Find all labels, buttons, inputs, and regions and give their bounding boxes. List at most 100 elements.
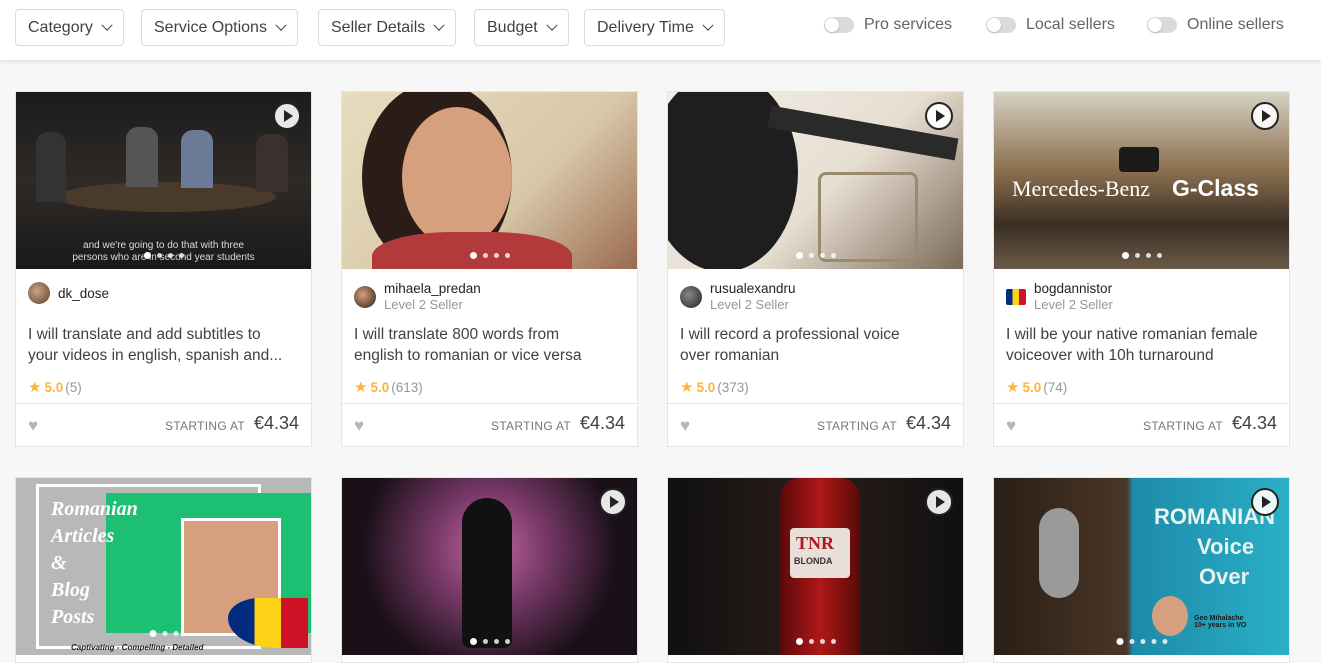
gig-card[interactable] <box>341 477 638 663</box>
star-icon: ★ <box>1006 379 1020 396</box>
gig-title[interactable]: I will be your native romanian female voi… <box>1006 324 1281 366</box>
seller-name[interactable]: mihaela_predan <box>384 281 481 296</box>
gig-thumbnail[interactable] <box>342 92 637 269</box>
pro-services-toggle[interactable]: Pro services <box>824 16 952 34</box>
play-icon[interactable] <box>925 488 953 516</box>
avatar[interactable] <box>1006 288 1026 305</box>
play-icon[interactable] <box>1251 102 1279 130</box>
carousel-dots[interactable] <box>1121 252 1162 259</box>
carousel-dots[interactable] <box>149 630 178 637</box>
chevron-down-icon <box>702 19 714 31</box>
price-label: STARTING AT <box>165 419 245 433</box>
play-icon[interactable] <box>925 102 953 130</box>
seller-info[interactable]: rusualexandru Level 2 Seller <box>680 281 796 312</box>
overlay-text: Posts <box>51 606 95 628</box>
gig-thumbnail[interactable]: ROMANIAN Voice Over Geo Mihalache 10+ ye… <box>994 478 1289 655</box>
toggle-switch[interactable] <box>1147 17 1177 33</box>
toggle-label: Pro services <box>864 16 953 33</box>
rating: ★ 5.0 (5) <box>28 379 82 396</box>
overlay-text: Romanian <box>51 498 138 520</box>
carousel-dots[interactable] <box>1116 638 1167 645</box>
card-footer: ♥ STARTING AT €4.34 <box>342 403 637 446</box>
price[interactable]: €4.34 <box>580 413 625 434</box>
seller-info[interactable]: mihaela_predan Level 2 Seller <box>354 281 481 312</box>
seller-info[interactable]: dk_dose <box>28 282 109 304</box>
star-icon: ★ <box>28 379 42 396</box>
budget-filter[interactable]: Budget <box>474 9 569 46</box>
price-label: STARTING AT <box>491 419 571 433</box>
overlay-text: Voice <box>1197 534 1255 559</box>
overlay-text: Blog <box>51 579 90 601</box>
price-label: STARTING AT <box>1143 419 1223 433</box>
caption-text: Geo Mihalache 10+ years in VO <box>1194 615 1247 629</box>
gig-thumbnail[interactable]: and we're going to do that with three pe… <box>16 92 311 269</box>
seller-info[interactable]: bogdannistor Level 2 Seller <box>1006 281 1113 312</box>
seller-name[interactable]: rusualexandru <box>710 281 796 296</box>
carousel-dots[interactable] <box>469 252 510 259</box>
play-icon[interactable] <box>273 102 301 130</box>
seller-name[interactable]: bogdannistor <box>1034 281 1113 296</box>
rating: ★ 5.0 (74) <box>1006 379 1068 396</box>
seller-level: Level 2 Seller <box>384 297 463 312</box>
card-footer: ♥ STARTING AT €4.34 <box>994 403 1289 446</box>
chevron-down-icon <box>275 19 287 31</box>
price[interactable]: €4.34 <box>1232 413 1277 434</box>
card-footer: ♥ STARTING AT €4.34 <box>16 403 311 446</box>
heart-icon[interactable]: ♥ <box>354 416 364 436</box>
heart-icon[interactable]: ♥ <box>28 416 38 436</box>
gig-title[interactable]: I will record a professional voice over r… <box>680 324 955 366</box>
carousel-dots[interactable] <box>143 252 184 259</box>
delivery-time-filter[interactable]: Delivery Time <box>584 9 725 46</box>
gig-thumbnail[interactable] <box>342 478 637 655</box>
price[interactable]: €4.34 <box>906 413 951 434</box>
gig-card[interactable]: mihaela_predan Level 2 Seller I will tran… <box>341 91 638 447</box>
rating: ★ 5.0 (373) <box>680 379 749 396</box>
online-sellers-toggle[interactable]: Online sellers <box>1147 16 1284 34</box>
caption-text: Captivating - Compelling - Detailed <box>71 643 204 652</box>
overlay-text: Over <box>1199 564 1250 589</box>
filter-label: Service Options <box>154 18 267 36</box>
seller-name[interactable]: dk_dose <box>58 286 109 301</box>
carousel-dots[interactable] <box>795 252 836 259</box>
local-sellers-toggle[interactable]: Local sellers <box>986 16 1115 34</box>
gig-thumbnail[interactable]: Mercedes-Benz G-Class <box>994 92 1289 269</box>
toggle-switch[interactable] <box>986 17 1016 33</box>
star-icon: ★ <box>680 379 694 396</box>
gig-card[interactable]: and we're going to do that with three pe… <box>15 91 312 447</box>
carousel-dots[interactable] <box>795 638 836 645</box>
toggle-label: Local sellers <box>1026 16 1115 33</box>
avatar[interactable] <box>680 285 702 308</box>
play-icon[interactable] <box>1251 488 1279 516</box>
category-filter[interactable]: Category <box>15 9 124 46</box>
play-icon[interactable] <box>599 488 627 516</box>
gig-card[interactable]: Romanian Articles & Blog Posts Captivati… <box>15 477 312 663</box>
rating: ★ 5.0 (613) <box>354 379 423 396</box>
gig-card[interactable]: rusualexandru Level 2 Seller I will recor… <box>667 91 964 447</box>
filter-label: Budget <box>487 18 538 36</box>
avatar[interactable] <box>354 285 376 308</box>
filter-bar: Category Service Options Seller Details … <box>0 0 1321 60</box>
seller-details-filter[interactable]: Seller Details <box>318 9 457 46</box>
toggle-switch[interactable] <box>824 17 854 33</box>
price[interactable]: €4.34 <box>254 413 299 434</box>
carousel-dots[interactable] <box>469 638 510 645</box>
card-footer: ♥ STARTING AT €4.34 <box>668 403 963 446</box>
gig-title[interactable]: I will translate 800 words from english t… <box>354 324 629 366</box>
gig-thumbnail[interactable] <box>668 92 963 269</box>
filter-label: Category <box>28 18 93 36</box>
gig-card[interactable]: Mercedes-Benz G-Class bogdannistor Level … <box>993 91 1290 447</box>
service-options-filter[interactable]: Service Options <box>141 9 298 46</box>
gig-card[interactable]: ROMANIAN Voice Over Geo Mihalache 10+ ye… <box>993 477 1290 663</box>
gig-title[interactable]: I will translate and add subtitles to you… <box>28 324 303 366</box>
filter-label: Seller Details <box>331 18 426 36</box>
heart-icon[interactable]: ♥ <box>680 416 690 436</box>
avatar[interactable] <box>28 282 50 304</box>
overlay-text: TNR <box>796 533 835 553</box>
gig-thumbnail[interactable]: TNR BLONDA <box>668 478 963 655</box>
toggle-label: Online sellers <box>1187 16 1284 33</box>
overlay-text: & <box>51 552 67 574</box>
chevron-down-icon <box>546 19 558 31</box>
gig-card[interactable]: TNR BLONDA <box>667 477 964 663</box>
heart-icon[interactable]: ♥ <box>1006 416 1016 436</box>
gig-thumbnail[interactable]: Romanian Articles & Blog Posts Captivati… <box>16 478 311 655</box>
